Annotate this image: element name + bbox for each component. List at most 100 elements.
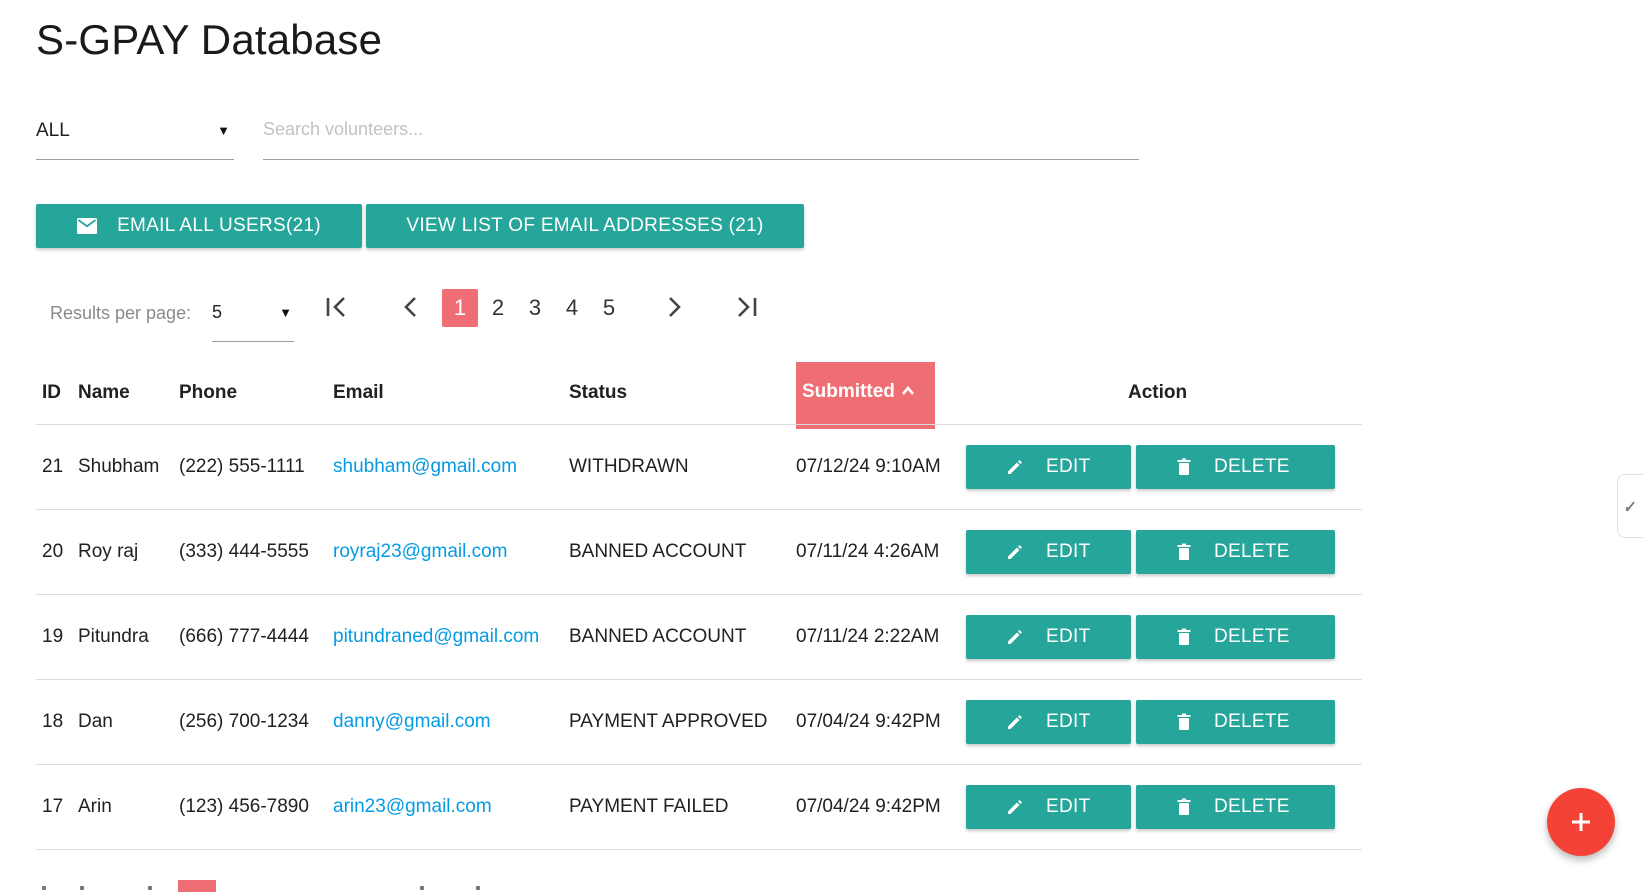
row-name: Pitundra — [78, 626, 149, 647]
row-divider — [36, 594, 1362, 595]
view-email-list-label: VIEW LIST OF EMAIL ADDRESSES (21) — [406, 215, 764, 236]
delete-button[interactable]: DELETE — [1136, 445, 1335, 489]
row-submitted: 07/12/24 9:10AM — [796, 456, 941, 477]
pencil-icon — [1006, 543, 1024, 561]
edit-button-label: EDIT — [1046, 796, 1091, 817]
chevron-up-icon — [901, 384, 915, 396]
page-button-5[interactable]: 5 — [591, 289, 627, 327]
page-button-2[interactable]: 2 — [480, 289, 516, 327]
column-header-phone: Phone — [179, 382, 238, 403]
row-id: 18 — [42, 711, 64, 732]
edit-button[interactable]: EDIT — [966, 615, 1131, 659]
row-name: Arin — [78, 796, 112, 817]
results-per-page-value: 5 — [212, 302, 223, 322]
search-input[interactable] — [263, 119, 1139, 140]
row-email[interactable]: royraj23@gmail.com — [333, 541, 508, 563]
row-status: PAYMENT APPROVED — [569, 711, 768, 732]
edit-button-label: EDIT — [1046, 711, 1091, 732]
search-field[interactable] — [263, 110, 1139, 160]
edit-button[interactable]: EDIT — [966, 700, 1131, 744]
pencil-icon — [1006, 713, 1024, 731]
column-header-status: Status — [569, 382, 628, 403]
row-divider — [36, 849, 1362, 850]
row-email[interactable]: arin23@gmail.com — [333, 796, 492, 818]
row-status: BANNED ACCOUNT — [569, 626, 747, 647]
caret-down-icon: ▼ — [279, 305, 292, 320]
delete-button[interactable]: DELETE — [1136, 700, 1335, 744]
edit-button-label: EDIT — [1046, 541, 1091, 562]
partial-text-fragment — [80, 886, 84, 890]
column-header-email: Email — [333, 382, 384, 403]
row-name: Shubham — [78, 456, 160, 477]
trash-icon — [1176, 458, 1192, 476]
category-filter-select[interactable]: ALL ▼ — [36, 110, 234, 160]
row-email[interactable]: pitundraned@gmail.com — [333, 626, 539, 648]
add-record-button[interactable] — [1547, 788, 1615, 856]
page-button-4[interactable]: 4 — [554, 289, 590, 327]
trash-icon — [1176, 798, 1192, 816]
page-button-1[interactable]: 1 — [442, 289, 478, 327]
chevron-right-icon[interactable] — [659, 292, 689, 322]
column-header-action: Action — [1128, 382, 1188, 403]
row-status: PAYMENT FAILED — [569, 796, 729, 817]
category-filter-value: ALL — [36, 120, 70, 141]
row-divider — [36, 764, 1362, 765]
row-name: Dan — [78, 711, 113, 732]
row-status: BANNED ACCOUNT — [569, 541, 747, 562]
row-submitted: 07/04/24 9:42PM — [796, 796, 941, 817]
partial-text-fragment — [420, 886, 424, 890]
partial-text-fragment — [148, 886, 152, 890]
delete-button-label: DELETE — [1214, 626, 1290, 647]
column-header-id: ID — [42, 382, 61, 403]
row-divider — [36, 679, 1362, 680]
partial-text-fragment — [476, 886, 480, 890]
edit-button[interactable]: EDIT — [966, 530, 1131, 574]
row-phone: (256) 700-1234 — [179, 711, 309, 732]
plus-icon — [1569, 810, 1593, 834]
row-phone: (333) 444-5555 — [179, 541, 309, 562]
table-header-divider — [36, 424, 1362, 425]
row-id: 21 — [42, 456, 64, 477]
pencil-icon — [1006, 798, 1024, 816]
row-status: WITHDRAWN — [569, 456, 689, 477]
results-per-page-select[interactable]: 5 ▼ — [212, 292, 294, 342]
edit-button-label: EDIT — [1046, 626, 1091, 647]
row-id: 17 — [42, 796, 64, 817]
first-page-icon[interactable] — [322, 292, 352, 322]
delete-button[interactable]: DELETE — [1136, 615, 1335, 659]
page-button-3[interactable]: 3 — [517, 289, 553, 327]
row-phone: (222) 555-1111 — [179, 456, 305, 477]
last-page-icon[interactable] — [731, 292, 761, 322]
side-panel-toggle[interactable] — [1617, 474, 1643, 538]
delete-button-label: DELETE — [1214, 711, 1290, 732]
row-submitted: 07/11/24 2:22AM — [796, 626, 940, 647]
row-email[interactable]: shubham@gmail.com — [333, 456, 517, 478]
chevron-left-icon[interactable] — [396, 292, 426, 322]
delete-button-label: DELETE — [1214, 541, 1290, 562]
row-submitted: 07/11/24 4:26AM — [796, 541, 940, 562]
partial-text-fragment — [42, 886, 46, 890]
row-id: 20 — [42, 541, 64, 562]
row-id: 19 — [42, 626, 64, 647]
page-title: S-GPAY Database — [36, 16, 383, 63]
delete-button[interactable]: DELETE — [1136, 530, 1335, 574]
edit-button[interactable]: EDIT — [966, 785, 1131, 829]
pencil-icon — [1006, 628, 1024, 646]
mail-icon — [77, 218, 98, 234]
email-all-users-label: EMAIL ALL USERS(21) — [117, 215, 321, 236]
row-divider — [36, 509, 1362, 510]
view-email-list-button[interactable]: VIEW LIST OF EMAIL ADDRESSES (21) — [366, 204, 804, 248]
row-phone: (666) 777-4444 — [179, 626, 309, 647]
email-all-users-button[interactable]: EMAIL ALL USERS(21) — [36, 204, 362, 248]
column-header-name: Name — [78, 382, 130, 403]
partial-page-indicator — [178, 880, 216, 892]
row-submitted: 07/04/24 9:42PM — [796, 711, 941, 732]
row-email[interactable]: danny@gmail.com — [333, 711, 491, 733]
delete-button-label: DELETE — [1214, 796, 1290, 817]
edit-button[interactable]: EDIT — [966, 445, 1131, 489]
column-header-submitted-sorted[interactable]: Submitted — [796, 362, 935, 429]
delete-button[interactable]: DELETE — [1136, 785, 1335, 829]
trash-icon — [1176, 543, 1192, 561]
trash-icon — [1176, 628, 1192, 646]
row-name: Roy raj — [78, 541, 139, 562]
